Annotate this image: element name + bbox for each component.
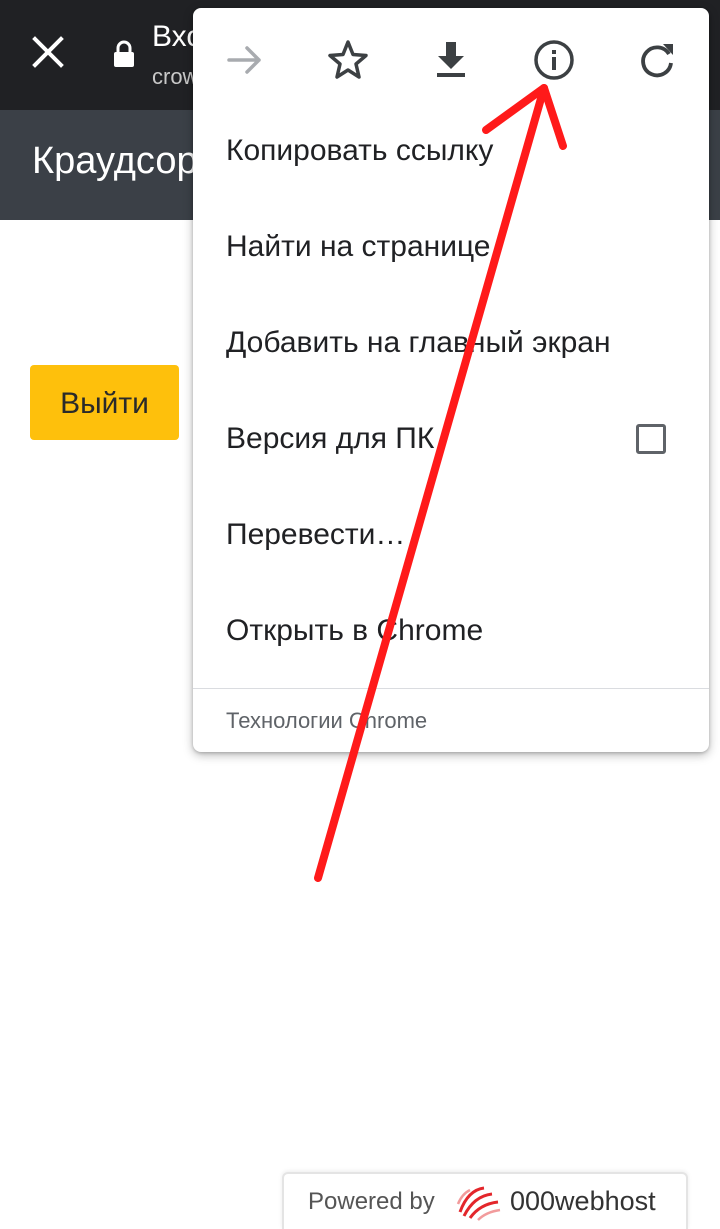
webhost-logo-icon	[456, 1186, 501, 1221]
logout-button[interactable]: Выйти	[30, 365, 179, 440]
menu-item-label: Версия для ПК	[226, 422, 435, 455]
menu-item-label: Добавить на главный экран	[226, 326, 611, 359]
overflow-menu: Копировать ссылку Найти на странице Доба…	[193, 8, 709, 752]
menu-item-label: Копировать ссылку	[226, 134, 494, 167]
menu-item-label: Перевести…	[226, 518, 406, 551]
screen: Вход crowdsource Краудсорсинг Выйти	[0, 0, 720, 1229]
refresh-button[interactable]	[633, 36, 681, 84]
download-button[interactable]	[427, 36, 475, 84]
close-icon	[32, 36, 64, 68]
menu-icon-row	[193, 8, 709, 108]
powered-by-label: Powered by	[308, 1188, 435, 1215]
menu-footer: Технологии Chrome	[226, 708, 428, 733]
page-info-button[interactable]	[530, 36, 578, 84]
menu-item-label: Найти на странице	[226, 230, 491, 263]
lock-icon[interactable]	[112, 40, 136, 68]
menu-divider	[193, 688, 709, 689]
menu-item-copy-link[interactable]: Копировать ссылку	[193, 106, 709, 202]
star-icon	[328, 40, 368, 79]
forward-arrow-icon	[227, 46, 261, 74]
menu-item-add-to-home-screen[interactable]: Добавить на главный экран	[193, 298, 709, 394]
close-tab-button[interactable]	[26, 30, 70, 74]
forward-button[interactable]	[221, 36, 269, 84]
menu-item-desktop-site[interactable]: Версия для ПК	[193, 394, 709, 490]
menu-item-translate[interactable]: Перевести…	[193, 490, 709, 586]
menu-item-open-in-chrome[interactable]: Открыть в Chrome	[193, 586, 709, 682]
menu-item-label: Открыть в Chrome	[226, 614, 484, 647]
download-icon	[437, 42, 465, 77]
menu-item-find-in-page[interactable]: Найти на странице	[193, 202, 709, 298]
info-icon	[534, 40, 574, 80]
desktop-site-checkbox[interactable]	[636, 424, 666, 454]
powered-by-badge[interactable]: Powered by 000webhost	[282, 1172, 688, 1229]
webhost-brand: 000webhost	[510, 1186, 656, 1216]
refresh-icon	[641, 44, 673, 78]
bookmark-button[interactable]	[324, 36, 372, 84]
